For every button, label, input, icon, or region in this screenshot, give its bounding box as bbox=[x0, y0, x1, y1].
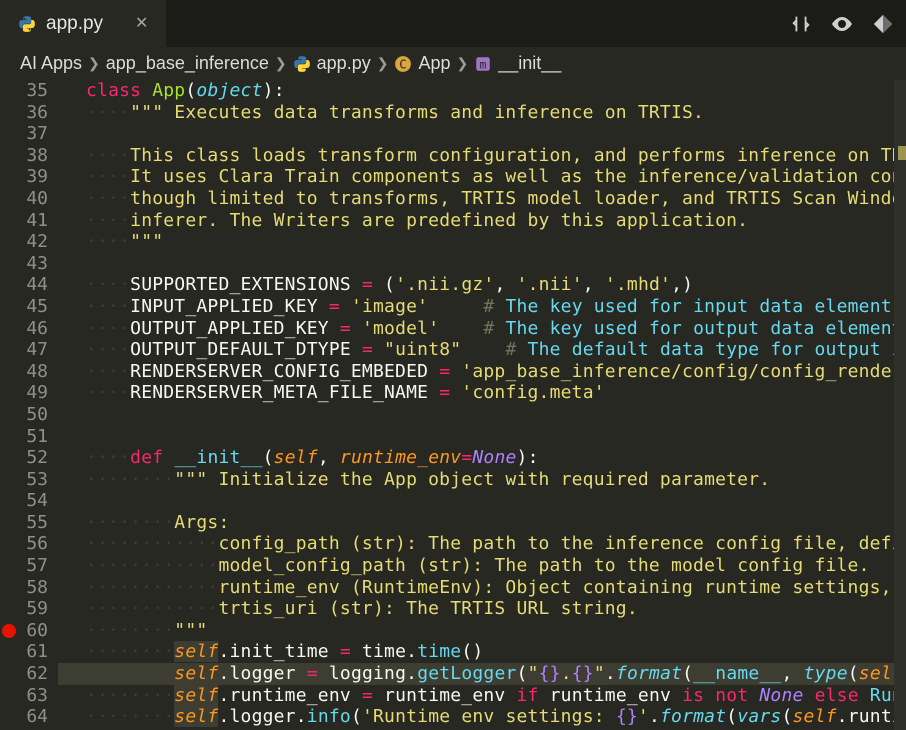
close-icon[interactable]: ✕ bbox=[135, 13, 148, 35]
crumb-folder[interactable]: app_base_inference bbox=[106, 53, 269, 75]
line-number[interactable]: 55 bbox=[0, 512, 48, 534]
line-number[interactable]: 63 bbox=[0, 685, 48, 707]
chevron-right-icon: ❯ bbox=[377, 53, 389, 75]
code-line[interactable]: ····def __init__(self, runtime_env=None)… bbox=[58, 447, 894, 469]
file-tab[interactable]: app.py ✕ bbox=[0, 0, 166, 47]
code-line[interactable]: class App(object): bbox=[58, 80, 894, 102]
line-number[interactable]: 36 bbox=[0, 102, 48, 124]
code-line[interactable] bbox=[58, 253, 894, 275]
code-line[interactable]: ········self.logger = logging.getLogger(… bbox=[58, 663, 894, 685]
line-number[interactable]: 46 bbox=[0, 318, 48, 340]
chevron-right-icon: ❯ bbox=[275, 53, 287, 75]
crumb-folder[interactable]: AI Apps bbox=[20, 53, 82, 75]
code-line[interactable]: ········""" Initialize the App object wi… bbox=[58, 469, 894, 491]
line-number[interactable]: 50 bbox=[0, 404, 48, 426]
tab-bar-tools bbox=[166, 0, 906, 47]
code-line[interactable]: ············trtis_uri (str): The TRTIS U… bbox=[58, 598, 894, 620]
chevron-right-icon: ❯ bbox=[88, 53, 100, 75]
code-line[interactable]: ····inferer. The Writers are predefined … bbox=[58, 210, 894, 232]
code-line[interactable]: ····It uses Clara Train components as we… bbox=[58, 166, 894, 188]
tab-bar: app.py ✕ bbox=[0, 0, 906, 47]
method-icon: m bbox=[474, 55, 492, 73]
crumb-method[interactable]: m __init__ bbox=[474, 53, 561, 75]
line-number[interactable]: 59 bbox=[0, 598, 48, 620]
chevron-right-icon: ❯ bbox=[456, 53, 468, 75]
code-line[interactable]: ····OUTPUT_DEFAULT_DTYPE = "uint8" # The… bbox=[58, 339, 894, 361]
line-number[interactable]: 54 bbox=[0, 490, 48, 512]
line-number[interactable]: 61 bbox=[0, 641, 48, 663]
line-number[interactable]: 44 bbox=[0, 274, 48, 296]
breadcrumb: AI Apps ❯ app_base_inference ❯ app.py ❯ … bbox=[0, 47, 906, 80]
code-line[interactable]: ····INPUT_APPLIED_KEY = 'image' # The ke… bbox=[58, 296, 894, 318]
line-number[interactable]: 40 bbox=[0, 188, 48, 210]
line-number[interactable]: 49 bbox=[0, 382, 48, 404]
code-line[interactable] bbox=[58, 404, 894, 426]
code-line[interactable]: ············config_path (str): The path … bbox=[58, 533, 894, 555]
code-line[interactable] bbox=[58, 490, 894, 512]
code-line[interactable]: ····OUTPUT_APPLIED_KEY = 'model' # The k… bbox=[58, 318, 894, 340]
line-number[interactable]: 62 bbox=[0, 663, 48, 685]
code-line[interactable]: ····""" bbox=[58, 231, 894, 253]
code-area[interactable]: class App(object):····""" Executes data … bbox=[58, 80, 894, 730]
crumb-class[interactable]: C App bbox=[394, 53, 450, 75]
eye-icon[interactable] bbox=[830, 12, 854, 36]
line-number[interactable]: 41 bbox=[0, 210, 48, 232]
code-line[interactable]: ········self.logger.info('Runtime env se… bbox=[58, 706, 894, 728]
code-line[interactable]: ········self.init_time = time.time() bbox=[58, 641, 894, 663]
python-icon bbox=[18, 15, 36, 33]
compare-icon[interactable] bbox=[790, 13, 812, 35]
code-line[interactable]: ····RENDERSERVER_CONFIG_EMBEDED = 'app_b… bbox=[58, 361, 894, 383]
line-number[interactable]: 60 bbox=[0, 620, 48, 642]
code-line[interactable]: ····SUPPORTED_EXTENSIONS = ('.nii.gz', '… bbox=[58, 274, 894, 296]
line-number[interactable]: 52 bbox=[0, 447, 48, 469]
line-number[interactable]: 47 bbox=[0, 339, 48, 361]
code-line[interactable]: ····though limited to transforms, TRTIS … bbox=[58, 188, 894, 210]
code-line[interactable]: ············runtime_env (RuntimeEnv): Ob… bbox=[58, 577, 894, 599]
code-line[interactable]: ············model_config_path (str): The… bbox=[58, 555, 894, 577]
line-number[interactable]: 37 bbox=[0, 123, 48, 145]
line-number[interactable]: 48 bbox=[0, 361, 48, 383]
line-number[interactable]: 38 bbox=[0, 145, 48, 167]
code-editor[interactable]: 3536373839404142434445464748495051525354… bbox=[0, 80, 906, 730]
line-number[interactable]: 42 bbox=[0, 231, 48, 253]
line-number[interactable]: 56 bbox=[0, 533, 48, 555]
svg-text:C: C bbox=[400, 57, 407, 71]
line-number[interactable]: 58 bbox=[0, 577, 48, 599]
code-line[interactable]: ····This class loads transform configura… bbox=[58, 145, 894, 167]
line-number[interactable]: 53 bbox=[0, 469, 48, 491]
line-number[interactable]: 45 bbox=[0, 296, 48, 318]
line-number[interactable]: 43 bbox=[0, 253, 48, 275]
tab-filename: app.py bbox=[46, 13, 103, 35]
diamond-icon[interactable] bbox=[872, 13, 894, 35]
line-number[interactable]: 51 bbox=[0, 426, 48, 448]
code-line[interactable]: ········self.runtime_env = runtime_env i… bbox=[58, 685, 894, 707]
line-number[interactable]: 39 bbox=[0, 166, 48, 188]
svg-text:m: m bbox=[480, 58, 487, 71]
gutter[interactable]: 3536373839404142434445464748495051525354… bbox=[0, 80, 58, 730]
class-icon: C bbox=[394, 55, 412, 73]
line-number[interactable]: 35 bbox=[0, 80, 48, 102]
code-line[interactable]: ····RENDERSERVER_META_FILE_NAME = 'confi… bbox=[58, 382, 894, 404]
python-icon bbox=[293, 55, 311, 73]
line-number[interactable]: 64 bbox=[0, 706, 48, 728]
line-number[interactable]: 57 bbox=[0, 555, 48, 577]
code-line[interactable]: ········Args: bbox=[58, 512, 894, 534]
crumb-file[interactable]: app.py bbox=[293, 53, 371, 75]
minimap[interactable] bbox=[894, 80, 906, 730]
code-line[interactable] bbox=[58, 426, 894, 448]
code-line[interactable]: ····""" Executes data transforms and inf… bbox=[58, 102, 894, 124]
code-line[interactable]: ········""" bbox=[58, 620, 894, 642]
code-line[interactable] bbox=[58, 123, 894, 145]
